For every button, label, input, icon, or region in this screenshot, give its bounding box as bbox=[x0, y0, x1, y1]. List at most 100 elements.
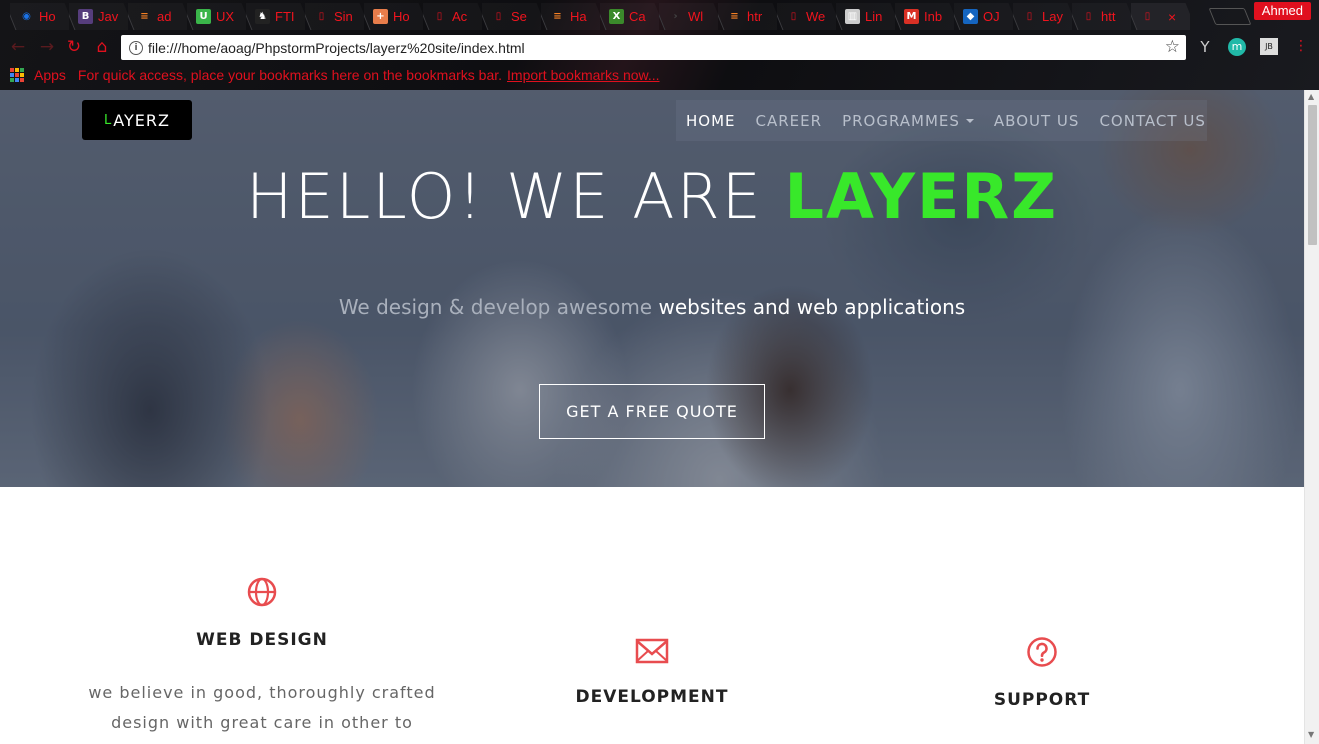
browser-tab[interactable]: ≡ Ha bbox=[541, 3, 600, 30]
tab-title: htt bbox=[1101, 9, 1116, 24]
browser-tab[interactable]: ▯ Lay bbox=[1013, 3, 1072, 30]
tab-title: We bbox=[806, 9, 826, 24]
plus-icon: + bbox=[373, 9, 388, 24]
browser-tab[interactable]: ▯ Se bbox=[482, 3, 541, 30]
feature-text-line: design with great care in other to achie… bbox=[111, 713, 413, 744]
browser-tab[interactable]: ▥ Lin bbox=[836, 3, 895, 30]
tab-title: Ca bbox=[629, 9, 646, 24]
m-extension-icon[interactable]: m bbox=[1228, 38, 1246, 56]
browser-tab[interactable]: ≡ htr bbox=[718, 3, 777, 30]
tab-title: Ac bbox=[452, 9, 468, 24]
browser-tab[interactable]: ▯ Ac bbox=[423, 3, 482, 30]
nav-item-label: PROGRAMMES bbox=[842, 111, 960, 130]
get-quote-button[interactable]: GET A FREE QUOTE bbox=[539, 384, 765, 439]
page-icon: ▯ bbox=[318, 11, 325, 22]
feature-web-design: WEB DESIGN we believe in good, thoroughl… bbox=[82, 576, 442, 744]
tab-title: UX bbox=[216, 9, 235, 24]
home-icon[interactable]: ⌂ bbox=[92, 37, 112, 57]
tab-title: Ho bbox=[393, 9, 410, 24]
nav-item-career[interactable]: CAREER bbox=[756, 112, 823, 130]
browser-tab[interactable]: + Ho bbox=[364, 3, 423, 30]
page-icon: ▯ bbox=[790, 11, 797, 22]
caret-down-icon bbox=[965, 119, 974, 123]
browser-tab[interactable]: › Wl bbox=[659, 3, 718, 30]
nav-item-about-us[interactable]: ABOUT US bbox=[994, 112, 1080, 130]
tab-title: Ha bbox=[570, 9, 587, 24]
bull-icon: ♞ bbox=[255, 9, 270, 24]
chrome-icon: ◉ bbox=[22, 11, 31, 22]
url-text: file:///home/aoag/PhpstormProjects/layer… bbox=[148, 39, 525, 56]
y-extension-icon[interactable]: Y bbox=[1198, 38, 1212, 56]
tab-title: htr bbox=[747, 9, 763, 24]
x-icon: X bbox=[609, 9, 624, 24]
bookmarks-hint: For quick access, place your bookmarks h… bbox=[77, 67, 503, 83]
browser-tab[interactable]: ♞ FTI bbox=[246, 3, 305, 30]
reload-icon[interactable]: ↻ bbox=[64, 37, 84, 57]
browser-tab[interactable]: ▯ Sin bbox=[305, 3, 364, 30]
browser-tab[interactable]: ◆ OJ bbox=[954, 3, 1013, 30]
nav-item-label: HOME bbox=[686, 111, 736, 130]
nav-item-label: CONTACT US bbox=[1099, 111, 1206, 130]
browser-tab[interactable]: ▯ We bbox=[777, 3, 836, 30]
code-icon: › bbox=[673, 11, 678, 22]
tab-title: Jav bbox=[98, 9, 119, 24]
shield-icon: ◆ bbox=[963, 9, 978, 24]
apps-grid-icon[interactable] bbox=[10, 68, 24, 82]
web-page: L AYERZ HOME CAREER PROGRAMMES ABOUT US CONT… bbox=[0, 90, 1304, 744]
import-bookmarks-link[interactable]: Import bookmarks now... bbox=[507, 67, 660, 83]
nav-item-programmes[interactable]: PROGRAMMES bbox=[842, 112, 974, 130]
nav-item-label: CAREER bbox=[755, 111, 823, 130]
feature-development: DEVELOPMENT bbox=[472, 637, 832, 707]
question-icon bbox=[1027, 637, 1057, 667]
page-icon: ▯ bbox=[1085, 11, 1092, 22]
page-icon: ▯ bbox=[1026, 11, 1033, 22]
tab-title: Sin bbox=[334, 9, 353, 24]
forward-arrow-icon[interactable]: → bbox=[37, 37, 57, 57]
logo-mark: L bbox=[104, 112, 113, 128]
browser-tab[interactable]: B Jav bbox=[69, 3, 128, 30]
feature-title: DEVELOPMENT bbox=[575, 687, 729, 707]
stackoverflow-icon: ≡ bbox=[140, 11, 149, 22]
profile-button[interactable]: Ahmed bbox=[1253, 2, 1311, 20]
browser-tab[interactable]: ▯ htt bbox=[1072, 3, 1131, 30]
browser-tab[interactable]: M Inb bbox=[895, 3, 954, 30]
bookmarks-bar: Apps For quick access, place your bookma… bbox=[0, 63, 1319, 87]
feature-title: WEB DESIGN bbox=[196, 630, 328, 650]
nav-item-home[interactable]: HOME bbox=[686, 112, 736, 130]
hero-title-prefix: HELLO! WE ARE bbox=[245, 160, 785, 233]
browser-tab[interactable]: ▯ × bbox=[1131, 3, 1190, 30]
back-arrow-icon[interactable]: ← bbox=[8, 37, 28, 57]
tab-title: Inb bbox=[924, 9, 943, 24]
close-tab-icon[interactable]: × bbox=[1168, 9, 1176, 25]
tab-title: OJ bbox=[983, 9, 1000, 24]
tab-title: ad bbox=[157, 9, 172, 24]
info-icon[interactable]: i bbox=[129, 40, 143, 55]
address-bar[interactable]: i file:///home/aoag/PhpstormProjects/lay… bbox=[121, 35, 1186, 60]
menu-kebab-icon[interactable]: ⋮ bbox=[1294, 38, 1308, 56]
feature-support: SUPPORT bbox=[862, 636, 1222, 710]
browser-tab[interactable]: ◉ Ho bbox=[10, 3, 69, 30]
jb-extension-icon[interactable]: JB bbox=[1260, 38, 1278, 55]
hero-subtitle-highlight: websites and web applications bbox=[658, 295, 966, 319]
browser-tab[interactable]: X Ca bbox=[600, 3, 659, 30]
globe-icon bbox=[247, 577, 277, 607]
hero-subtitle-muted: We design & develop awesome bbox=[338, 295, 659, 319]
bookmark-star-icon[interactable]: ☆ bbox=[1165, 37, 1180, 57]
browser-tab[interactable]: U UX bbox=[187, 3, 246, 30]
page-scrollbar[interactable]: ▲ ▼ bbox=[1304, 90, 1319, 744]
nav-item-contact-us[interactable]: CONTACT US bbox=[1099, 112, 1205, 130]
browser-tab[interactable]: ≡ ad bbox=[128, 3, 187, 30]
scroll-up-icon[interactable]: ▲ bbox=[1308, 92, 1314, 101]
page-icon: ▯ bbox=[436, 11, 443, 22]
scroll-down-icon[interactable]: ▼ bbox=[1308, 730, 1314, 739]
tab-title: FTI bbox=[275, 9, 295, 24]
tab-title: Se bbox=[511, 9, 527, 24]
hero-title: HELLO! WE ARE LAYERZ bbox=[0, 160, 1304, 233]
new-tab-button[interactable] bbox=[1208, 8, 1252, 25]
browser-chrome: ◉ Ho B Jav ≡ ad U UX ♞ FTI ▯ Sin + Ho ▯ Ac ▯ Se ≡ Ha X Ca › Wl ≡… bbox=[0, 0, 1319, 90]
site-logo[interactable]: L AYERZ bbox=[82, 100, 192, 140]
apps-link[interactable]: Apps bbox=[34, 67, 66, 83]
scrollbar-thumb[interactable] bbox=[1308, 105, 1317, 245]
stackoverflow-icon: ≡ bbox=[730, 11, 739, 22]
tab-title: Lay bbox=[1042, 9, 1063, 24]
